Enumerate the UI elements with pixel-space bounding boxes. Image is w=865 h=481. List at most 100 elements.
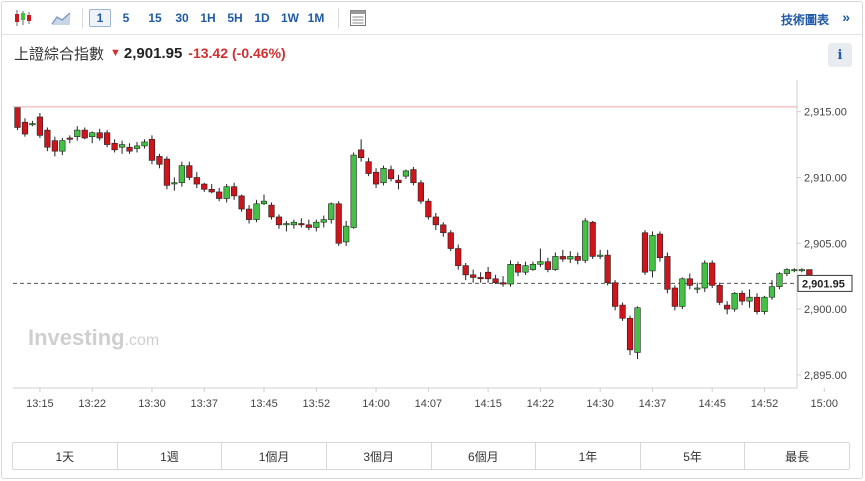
candle-down — [455, 248, 462, 266]
candle-up — [798, 269, 805, 272]
candle-down — [417, 182, 424, 202]
candle-down — [589, 221, 596, 257]
candle-down — [201, 183, 208, 190]
candle-down — [14, 107, 21, 128]
candle-up — [178, 165, 185, 184]
candle-up — [253, 203, 260, 220]
candle-down — [709, 262, 716, 286]
candle-down — [148, 139, 156, 161]
candle-down — [686, 278, 693, 286]
candle-down — [395, 179, 402, 184]
candle-up — [507, 264, 514, 285]
candle-down — [66, 137, 73, 140]
range-button-5[interactable]: 1年 — [536, 443, 641, 469]
candle-down — [485, 271, 492, 280]
candle-down — [268, 204, 275, 218]
candle-up — [260, 200, 268, 205]
candle-down — [193, 177, 200, 185]
candle-down — [611, 282, 619, 307]
candle-up — [350, 154, 357, 228]
candle-down — [238, 195, 245, 210]
x-tick-label: 13:45 — [250, 398, 278, 410]
candle-down — [186, 165, 193, 178]
candle-down — [425, 200, 432, 218]
x-tick-label: 13:52 — [303, 398, 331, 410]
y-tick-label: 2,910.00 — [804, 172, 847, 184]
x-tick-label: 14:15 — [474, 398, 502, 410]
candle-down — [21, 121, 29, 135]
candle-up — [290, 221, 297, 226]
y-tick-label: 2,895.00 — [804, 370, 847, 382]
candle-down — [477, 277, 484, 280]
candle-up — [283, 223, 290, 226]
candle-up — [223, 186, 230, 199]
candle-up — [171, 182, 178, 185]
y-tick-label: 2,915.00 — [804, 107, 847, 119]
investing-watermark: Investing.com — [28, 325, 159, 350]
candle-down — [738, 292, 746, 302]
candle-down — [432, 216, 439, 226]
x-tick-label: 14:30 — [586, 398, 614, 410]
candle-up — [328, 203, 335, 220]
candle-down — [641, 232, 649, 273]
candle-down — [499, 282, 507, 285]
candle-up — [791, 269, 798, 272]
candle-down — [36, 116, 44, 136]
y-tick-label: 2,905.00 — [804, 238, 847, 250]
candle-down — [44, 129, 51, 148]
x-tick-label: 14:52 — [751, 398, 779, 410]
candle-up — [679, 278, 686, 307]
y-tick-label: 2,900.00 — [804, 304, 847, 316]
candle-down — [462, 265, 469, 276]
candle-down — [104, 132, 111, 145]
candle-down — [387, 169, 395, 180]
range-button-1[interactable]: 1週 — [118, 443, 223, 469]
x-tick-label: 13:22 — [78, 398, 106, 410]
candle-down — [604, 254, 611, 284]
candle-down — [656, 233, 664, 259]
range-button-2[interactable]: 1個月 — [222, 443, 327, 469]
candle-up — [768, 286, 776, 298]
range-button-3[interactable]: 3個月 — [327, 443, 432, 469]
candle-down — [163, 158, 171, 186]
range-button-6[interactable]: 5年 — [641, 443, 746, 469]
candle-down — [245, 208, 253, 220]
x-tick-label: 15:00 — [810, 398, 838, 410]
candle-down — [298, 223, 305, 226]
candle-down — [574, 256, 581, 261]
candle-up — [529, 264, 537, 270]
candle-down — [126, 146, 133, 152]
range-button-0[interactable]: 1天 — [13, 443, 118, 469]
x-tick-label: 14:37 — [639, 398, 667, 410]
candle-up — [694, 287, 701, 290]
candle-up — [783, 269, 791, 274]
candlestick-chart: Investing.com 2,895.00 2,900.00 2,905.00 2,9… — [13, 80, 853, 410]
candle-down — [156, 156, 163, 165]
candle-down — [671, 287, 678, 307]
range-button-7[interactable]: 最長 — [745, 443, 849, 469]
candle-up — [634, 307, 641, 353]
candle-up — [582, 220, 589, 261]
candle-up — [746, 296, 753, 302]
candle-up — [141, 141, 148, 147]
candle-up — [59, 140, 66, 152]
x-tick-label: 14:45 — [698, 398, 726, 410]
candle-up — [701, 262, 708, 289]
candle-up — [74, 129, 81, 137]
candle-down — [365, 161, 372, 174]
candle-up — [649, 235, 656, 272]
candle-down — [447, 232, 454, 249]
candle-down — [372, 171, 380, 185]
candle-up — [313, 221, 320, 228]
candle-up — [118, 144, 126, 148]
candle-down — [305, 224, 312, 228]
candle-down — [96, 132, 103, 139]
range-button-4[interactable]: 6個月 — [432, 443, 537, 469]
candle-down — [231, 186, 238, 197]
x-tick-label: 13:15 — [26, 398, 54, 410]
last-price-tag-label: 2,901.95 — [802, 278, 845, 290]
candle-down — [716, 285, 723, 303]
x-tick-label: 14:22 — [527, 398, 555, 410]
candle-up — [402, 170, 410, 177]
candle-up — [380, 167, 387, 184]
